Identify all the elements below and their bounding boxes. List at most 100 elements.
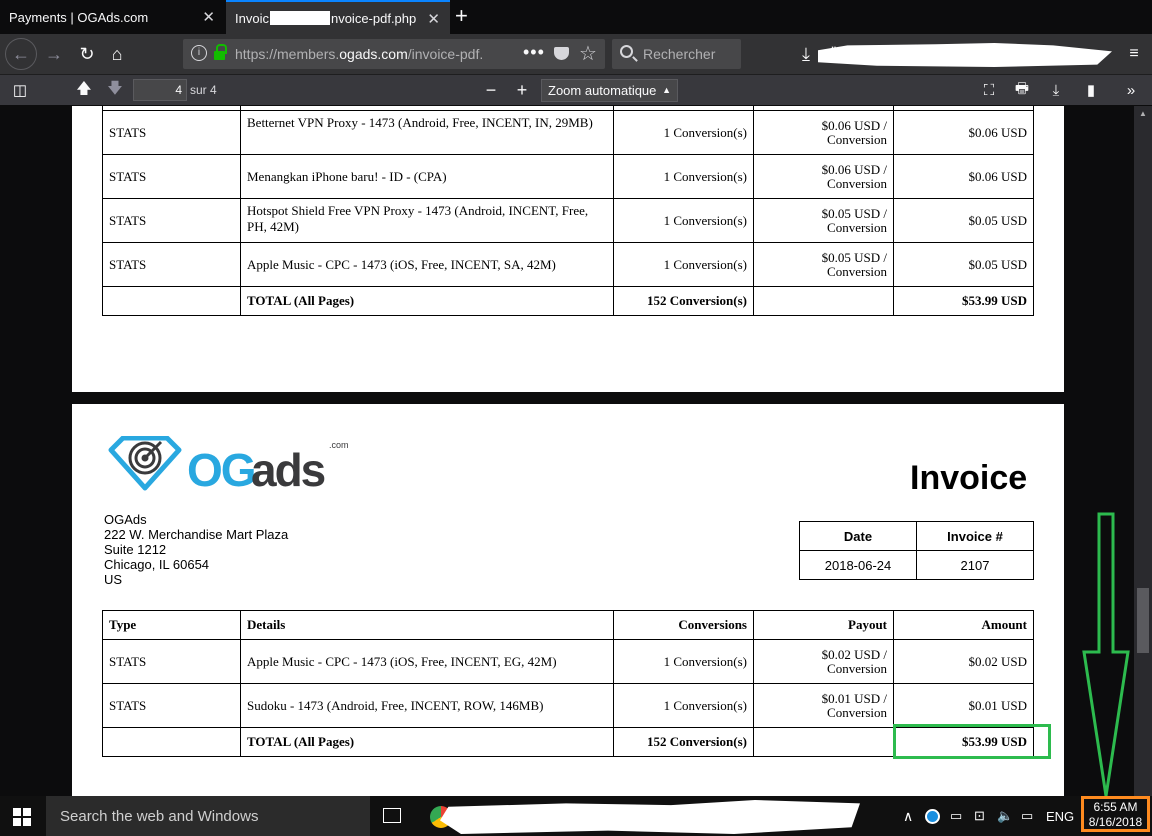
payout-unit: Conversion — [827, 660, 887, 676]
ogads-logo: OG ads .com — [108, 436, 349, 496]
zoom-out-icon[interactable]: − — [479, 78, 503, 102]
show-hidden-icons[interactable]: ∧ — [903, 796, 913, 836]
zoom-in-icon[interactable]: + — [510, 78, 534, 102]
page-number-input[interactable]: 4 — [133, 79, 187, 101]
address-line: Suite 1212 — [104, 542, 167, 557]
cell-conversions: 1 Conversion(s) — [613, 198, 754, 243]
network-icon[interactable]: ⊡ — [974, 796, 985, 836]
language-indicator[interactable]: ENG — [1046, 796, 1074, 836]
invoice-number: 2107 — [916, 550, 1034, 580]
table-row: STATS Sudoku - 1473 (Android, Free, INCEN… — [102, 683, 1034, 728]
total-label: TOTAL (All Pages) — [240, 286, 614, 316]
cell-details: Apple Music - CPC - 1473 (iOS, Free, INC… — [240, 242, 614, 287]
pocket-icon[interactable] — [554, 47, 569, 60]
column-header: Details — [240, 610, 614, 640]
highlight-total-box — [893, 724, 1051, 759]
url-domain: ogads.com — [339, 46, 408, 62]
page-actions-icon[interactable]: ••• — [523, 42, 545, 63]
reload-icon[interactable]: ↻ — [73, 40, 101, 68]
notifications-icon[interactable]: ▭ — [1021, 796, 1033, 836]
back-icon[interactable]: ← — [5, 38, 37, 70]
tab-payments[interactable]: Payments | OGAds.com ✕ — [0, 0, 225, 34]
clock-time: 6:55 AM — [1093, 800, 1138, 814]
redacted-block — [440, 800, 860, 834]
battery-icon[interactable]: ▭ — [950, 796, 962, 836]
close-tab-icon[interactable]: ✕ — [427, 10, 440, 28]
search-box[interactable]: Rechercher — [612, 39, 741, 69]
cell-amount: $0.02 USD — [893, 639, 1034, 684]
clock-date: 8/16/2018 — [1088, 815, 1143, 829]
volume-icon[interactable]: 🔈 — [997, 796, 1013, 836]
cell-amount: $0.06 USD — [893, 154, 1034, 199]
taskbar-search[interactable]: Search the web and Windows — [46, 796, 370, 836]
task-view-icon[interactable] — [383, 808, 401, 823]
cell-amount: $0.06 USD — [893, 110, 1034, 155]
fullscreen-icon[interactable]: ⛶ — [977, 78, 1001, 102]
payout-unit: Conversion — [827, 175, 887, 191]
next-page-icon[interactable]: 🡇 — [103, 78, 127, 102]
cell-details: Hotspot Shield Free VPN Proxy - 1473 (An… — [240, 198, 614, 243]
system-clock[interactable]: 6:55 AM 8/16/2018 — [1081, 796, 1150, 832]
zoom-select[interactable]: Zoom automatique ▲▼ — [541, 79, 678, 116]
scroll-up-icon[interactable]: ▲ — [1139, 109, 1147, 118]
previous-page-icon[interactable]: 🡅 — [72, 78, 96, 102]
scrollbar-thumb[interactable] — [1137, 588, 1149, 653]
cell-conversions: 1 Conversion(s) — [613, 154, 754, 199]
new-tab-icon[interactable]: + — [455, 4, 468, 28]
save-icon[interactable]: ⤓ — [1044, 78, 1068, 102]
cell-payout: $0.05 USD / Conversion — [753, 198, 894, 243]
total-amount: $53.99 USD — [893, 286, 1034, 316]
pdf-page-3: STATSHotspot Shield Free VPN Proxy - 147… — [72, 106, 1064, 392]
forward-icon[interactable]: → — [40, 40, 68, 68]
cell-conversions: 1 Conversion(s) — [613, 110, 754, 155]
payout-rate: $0.01 USD / — [821, 690, 887, 706]
cell-type: STATS — [102, 242, 241, 287]
empty-cell — [753, 727, 894, 757]
invoice-meta-table: Date Invoice # 2018-06-24 2107 — [799, 521, 1034, 580]
total-conversions: 152 Conversion(s) — [613, 286, 754, 316]
cell-payout: $0.05 USD / Conversion — [753, 242, 894, 287]
cell-type: STATS — [102, 683, 241, 728]
payout-unit: Conversion — [827, 704, 887, 720]
vertical-scrollbar[interactable]: ▲ — [1134, 106, 1152, 796]
security-icon[interactable] — [925, 796, 940, 836]
windows-start-icon[interactable] — [13, 808, 31, 826]
tab-invoice[interactable]: Invoic nvoice-pdf.php ✕ — [226, 0, 450, 34]
column-header: Conversions — [613, 610, 754, 640]
cell-conversions: 1 Conversion(s) — [613, 683, 754, 728]
info-icon[interactable]: i — [191, 45, 207, 61]
cell-payout: $0.01 USD / Conversion — [753, 683, 894, 728]
payout-unit: Conversion — [827, 131, 887, 147]
pdf-toolbar: ◫ 🡅 🡇 4 sur 4 − + Zoom automatique ▲▼ ⛶ … — [0, 74, 1152, 116]
payout-unit: Conversion — [827, 219, 887, 235]
tools-icon[interactable]: » — [1119, 78, 1143, 102]
url-bar[interactable]: i https://members.ogads.com/invoice-pdf.… — [183, 39, 605, 69]
svg-text:.com: .com — [329, 440, 349, 450]
pdf-viewer[interactable]: STATSHotspot Shield Free VPN Proxy - 147… — [0, 106, 1152, 796]
total-label: TOTAL (All Pages) — [240, 727, 614, 757]
bookmark-star-icon[interactable]: ☆ — [579, 41, 597, 66]
date-header: Date — [799, 521, 917, 551]
print-icon[interactable]: 🖶 — [1010, 78, 1034, 102]
redacted-block — [269, 11, 330, 25]
table-row: STATS Betternet VPN Proxy - 1473 (Android… — [102, 110, 1034, 155]
close-tab-icon[interactable]: ✕ — [202, 8, 215, 26]
home-icon[interactable]: ⌂ — [103, 40, 131, 68]
address-line: Chicago, IL 60654 — [104, 557, 210, 572]
cell-payout: $0.02 USD / Conversion — [753, 639, 894, 684]
taskbar-search-placeholder: Search the web and Windows — [60, 808, 259, 825]
empty-cell — [102, 286, 241, 316]
bookmark-icon[interactable]: ▮ — [1079, 78, 1103, 102]
cell-payout: $0.06 USD /Conversion — [753, 154, 894, 199]
payout-unit: Conversion — [827, 263, 887, 279]
empty-cell — [753, 286, 894, 316]
svg-text:ads: ads — [251, 444, 325, 496]
sidebar-toggle-icon[interactable]: ◫ — [8, 78, 32, 102]
search-icon — [620, 45, 633, 58]
download-icon[interactable]: ⤓ — [792, 40, 820, 68]
menu-icon[interactable]: ≡ — [1120, 40, 1148, 68]
url-text[interactable]: https://members.ogads.com/invoice-pdf. — [235, 46, 497, 62]
page-count: sur 4 — [190, 83, 217, 97]
tab-title-end: nvoice-pdf.php — [330, 10, 417, 26]
column-header: Amount — [893, 610, 1034, 640]
